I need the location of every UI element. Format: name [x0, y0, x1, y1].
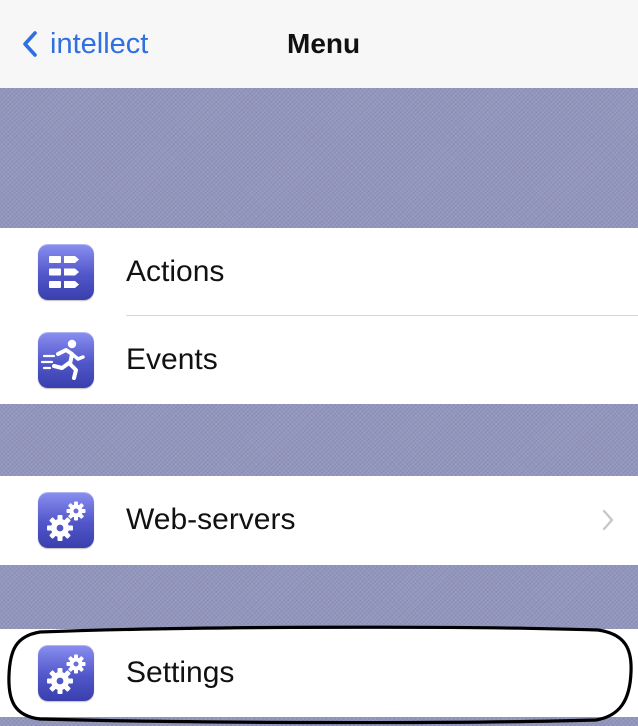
menu-item-label: Web-servers [126, 503, 296, 536]
menu-item-label: Actions [126, 255, 225, 288]
menu-item-label: Events [126, 343, 218, 376]
group-separator [0, 565, 638, 629]
chevron-right-icon [602, 509, 614, 531]
group-separator [0, 717, 638, 726]
menu-item-settings[interactable]: Settings [0, 629, 638, 717]
navigation-bar: intellect Menu [0, 0, 638, 88]
running-man-icon [38, 332, 94, 388]
back-button[interactable]: intellect [22, 24, 148, 64]
group-separator [0, 404, 638, 476]
menu-screen: intellect Menu Actions Events Web-server… [0, 0, 638, 726]
menu-item-label: Settings [126, 656, 235, 689]
menu-item-actions[interactable]: Actions [0, 228, 638, 316]
gears-icon [38, 645, 94, 701]
back-button-label: intellect [50, 28, 149, 60]
chevron-left-icon [23, 31, 37, 57]
gears-icon [38, 492, 94, 548]
menu-item-events[interactable]: Events [0, 316, 638, 404]
menu-item-web-servers[interactable]: Web-servers [0, 476, 638, 565]
group-separator [0, 88, 638, 228]
actions-icon [38, 244, 94, 300]
page-title: Menu [287, 28, 361, 59]
